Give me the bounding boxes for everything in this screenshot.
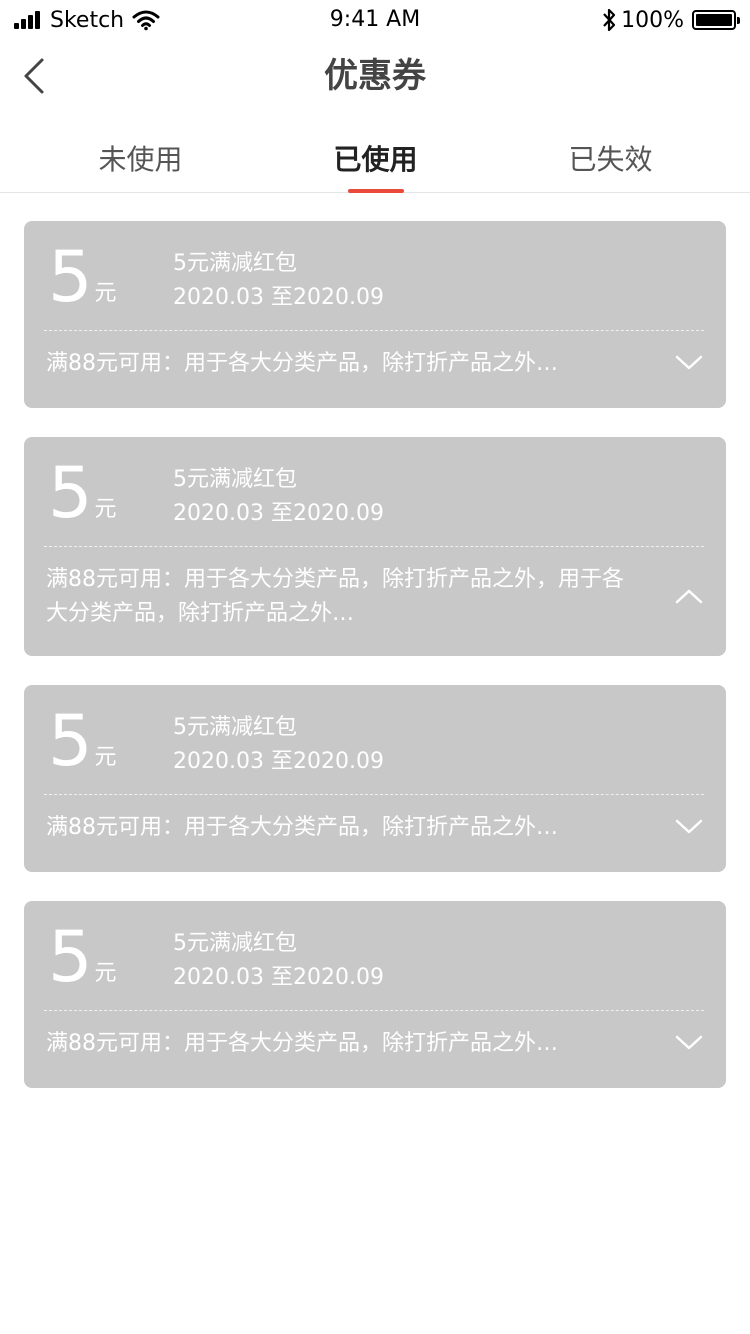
coupon-amount-value: 5 <box>48 916 93 998</box>
dashed-divider <box>44 794 704 795</box>
coupon-card: 5 元 5元满减红包 2020.03 至2020.09 满88元可用：用于各大分… <box>24 437 726 656</box>
coupon-name: 5元满减红包 <box>173 251 297 276</box>
dashed-divider <box>44 546 704 547</box>
coupon-validity: 2020.03 至2020.09 <box>173 285 384 310</box>
nav-bar: 优惠券 <box>0 40 750 112</box>
chevron-down-icon[interactable] <box>674 817 704 837</box>
coupon-description: 满88元可用：用于各大分类产品，除打折产品之外，用于各大分类产品，除打折产品之外… <box>46 567 624 626</box>
status-right: 100% <box>601 6 740 34</box>
coupon-amount: 5 元 <box>48 703 117 779</box>
coupon-name: 5元满减红包 <box>173 715 297 740</box>
tab-expired[interactable]: 已失效 <box>493 126 728 192</box>
coupon-amount: 5 元 <box>48 919 117 995</box>
coupon-name: 5元满减红包 <box>173 467 297 492</box>
tab-label: 未使用 <box>98 143 183 176</box>
dashed-divider <box>44 1010 704 1011</box>
chevron-down-icon[interactable] <box>674 1033 704 1053</box>
coupon-amount-unit: 元 <box>94 745 117 770</box>
coupon-description: 满88元可用：用于各大分类产品，除打折产品之外… <box>46 351 558 376</box>
coupon-card: 5 元 5元满减红包 2020.03 至2020.09 满88元可用：用于各大分… <box>24 685 726 872</box>
coupon-validity: 2020.03 至2020.09 <box>173 501 384 526</box>
status-bar: Sketch 9:41 AM 100% <box>0 0 750 40</box>
coupon-amount-value: 5 <box>48 700 93 782</box>
coupon-amount-unit: 元 <box>94 497 117 522</box>
battery-percent: 100% <box>621 7 684 33</box>
coupon-name: 5元满减红包 <box>173 931 297 956</box>
bluetooth-icon <box>603 8 616 32</box>
coupon-amount-unit: 元 <box>94 281 117 306</box>
coupon-amount-value: 5 <box>48 452 93 534</box>
tab-used[interactable]: 已使用 <box>258 126 493 193</box>
tab-label: 已失效 <box>568 143 653 176</box>
coupon-card: 5 元 5元满减红包 2020.03 至2020.09 满88元可用：用于各大分… <box>24 901 726 1088</box>
chevron-up-icon[interactable] <box>674 586 704 606</box>
battery-icon <box>692 10 740 30</box>
tab-active-indicator <box>347 189 404 193</box>
coupon-amount-value: 5 <box>48 236 93 318</box>
coupon-validity: 2020.03 至2020.09 <box>173 965 384 990</box>
dashed-divider <box>44 330 704 331</box>
coupon-card: 5 元 5元满减红包 2020.03 至2020.09 满88元可用：用于各大分… <box>24 221 726 408</box>
coupon-description: 满88元可用：用于各大分类产品，除打折产品之外… <box>46 815 558 840</box>
tab-bar: 未使用 已使用 已失效 <box>0 126 750 193</box>
coupon-amount: 5 元 <box>48 455 117 531</box>
tab-label: 已使用 <box>333 143 418 176</box>
coupon-amount-unit: 元 <box>94 961 117 986</box>
coupon-description: 满88元可用：用于各大分类产品，除打折产品之外… <box>46 1031 558 1056</box>
page-title: 优惠券 <box>324 56 426 96</box>
coupon-amount: 5 元 <box>48 239 117 315</box>
tab-unused[interactable]: 未使用 <box>23 126 258 192</box>
coupon-validity: 2020.03 至2020.09 <box>173 749 384 774</box>
chevron-down-icon[interactable] <box>674 353 704 373</box>
